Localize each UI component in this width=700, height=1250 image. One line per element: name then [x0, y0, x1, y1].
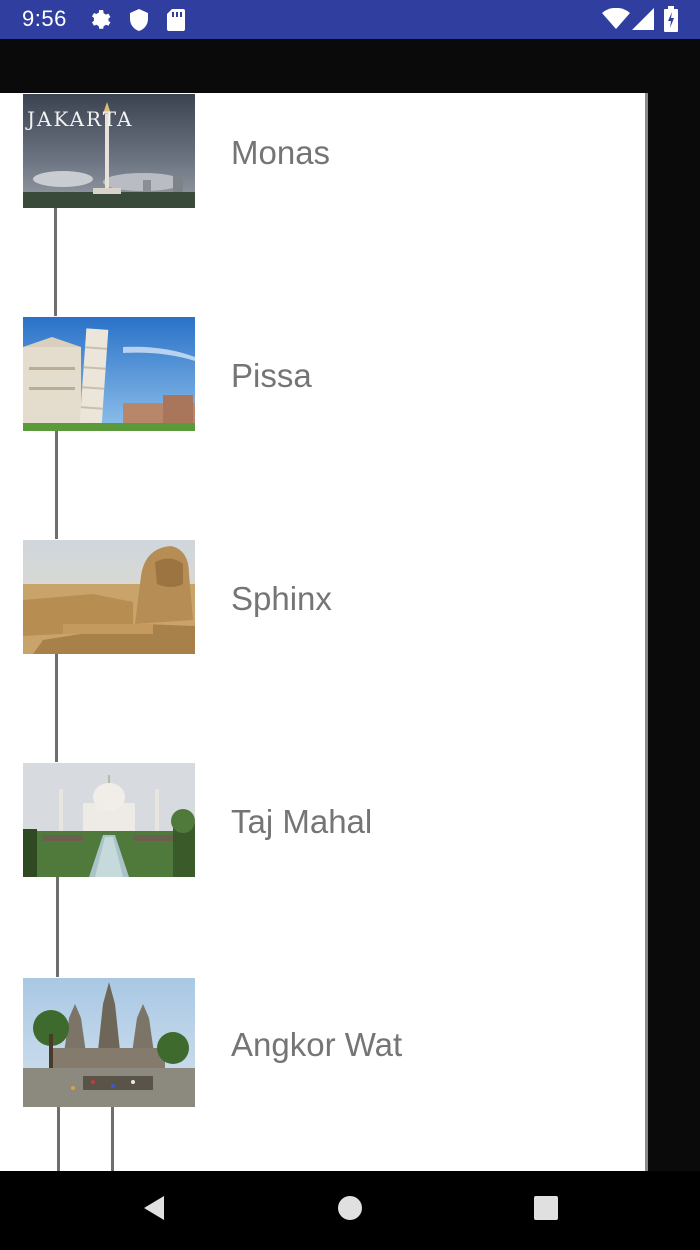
status-bar: 9:56 — [0, 0, 700, 39]
list-item[interactable]: Sphinx — [0, 539, 645, 762]
back-icon — [140, 1194, 168, 1227]
recents-button[interactable] — [496, 1171, 596, 1250]
recents-icon — [533, 1195, 559, 1226]
back-button[interactable] — [104, 1171, 204, 1250]
monas-image-text: JAKARTA — [25, 107, 133, 131]
status-time: 9:56 — [22, 6, 67, 31]
home-icon — [337, 1195, 363, 1226]
list-item[interactable]: Angkor Wat — [0, 978, 645, 1171]
battery-icon — [664, 6, 678, 37]
wifi-icon — [602, 7, 630, 35]
list-item[interactable]: Pissa — [0, 316, 645, 539]
taj-mahal-image — [23, 763, 195, 877]
place-name: Monas — [231, 134, 331, 171]
place-name: Taj Mahal — [231, 803, 373, 840]
sphinx-image — [23, 540, 195, 654]
panel-edge — [645, 93, 648, 1171]
place-name: Angkor Wat — [231, 1026, 403, 1063]
place-name: Pissa — [231, 357, 312, 394]
place-name: Sphinx — [231, 580, 332, 617]
shield-icon — [128, 8, 150, 37]
monas-image: JAKARTA — [23, 94, 195, 208]
pisa-tower-image — [23, 317, 195, 431]
angkor-wat-image — [23, 978, 195, 1107]
app-header-area — [0, 39, 700, 93]
signal-icon — [632, 8, 654, 35]
list-item[interactable]: JAKARTA Monas — [0, 93, 645, 316]
navigation-bar — [0, 1171, 700, 1250]
sd-card-icon — [166, 8, 186, 37]
home-button[interactable] — [300, 1171, 400, 1250]
places-list[interactable]: JAKARTA Monas Pissa Sphinx Taj Mahal Ang… — [0, 93, 645, 1171]
list-item[interactable]: Taj Mahal — [0, 762, 645, 985]
gear-icon — [88, 8, 112, 37]
